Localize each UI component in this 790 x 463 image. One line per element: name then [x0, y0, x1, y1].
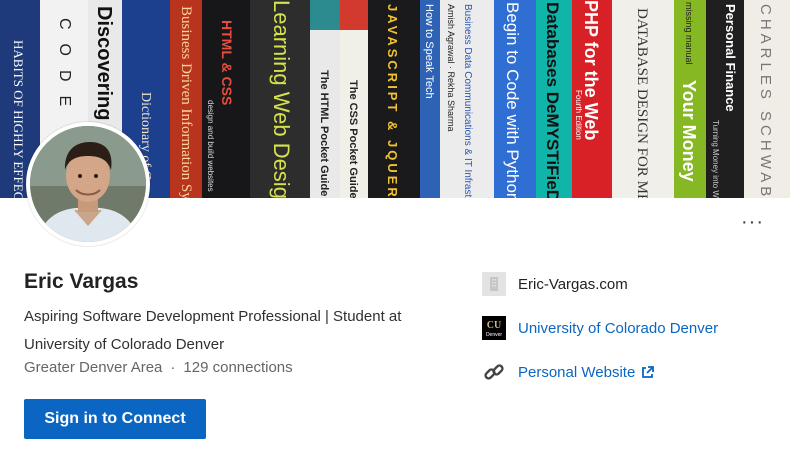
- personal-website-item[interactable]: Personal Website: [482, 360, 655, 384]
- book-subtitle: design and build websites: [206, 100, 215, 192]
- book-subtitle: Turning Money into Wealth: [711, 120, 720, 198]
- book-title: Databases DeMYSTiFieD: [543, 2, 562, 198]
- book-spine: Begin to Code with Python: [494, 0, 536, 198]
- book-author: Amish Agrawal · Rekha Sharma: [446, 4, 456, 132]
- profile-name: Eric Vargas: [24, 270, 139, 293]
- sign-in-to-connect-button[interactable]: Sign in to Connect: [24, 399, 206, 439]
- book-spine: HTML & CSS design and build websites: [202, 0, 250, 198]
- book-title: JAVASCRIPT & JQUERY: [385, 4, 400, 198]
- profile-headline: Aspiring Software Development Profession…: [24, 308, 402, 353]
- profile-photo: [26, 122, 150, 246]
- logo-text: Denver: [486, 332, 502, 338]
- book-title: HTML & CSS: [219, 20, 235, 106]
- personal-website-link[interactable]: Personal Website: [518, 364, 635, 381]
- book-subtitle: missing manual: [684, 2, 694, 65]
- book-title: DATABASE DESIGN FOR MERE MORTALS: [634, 8, 650, 198]
- book-spine: Databases DeMYSTiFieD: [536, 0, 572, 198]
- more-options-button[interactable]: ···: [741, 212, 764, 232]
- connections-count: 129 connections: [183, 359, 293, 376]
- book-title: Business Driven Information Systems: [178, 6, 194, 198]
- book-title: Business Data Communications & IT Infras…: [462, 4, 473, 198]
- book-title: Personal Finance: [723, 4, 738, 112]
- book-spine: missing manual Your Money: [674, 0, 706, 198]
- book-spine: How to Speak Tech: [420, 0, 440, 198]
- book-spine: Business Driven Information Systems: [170, 0, 202, 198]
- book-spine: The HTML Pocket Guide: [310, 0, 340, 198]
- book-title: The CSS Pocket Guide: [347, 80, 359, 198]
- book-title: Learning Web Design: [269, 0, 294, 198]
- book-title: How to Speak Tech: [423, 4, 435, 99]
- book-title: Your Money: [679, 80, 699, 182]
- book-spine: The CSS Pocket Guide: [340, 0, 368, 198]
- external-link-icon: [641, 365, 655, 379]
- university-link[interactable]: University of Colorado Denver: [518, 320, 718, 337]
- link-icon: [482, 360, 506, 384]
- profile-meta: Greater Denver Area · 129 connections: [24, 359, 293, 376]
- book-spine: JAVASCRIPT & JQUERY: [368, 0, 420, 198]
- website-text: Eric-Vargas.com: [518, 275, 628, 293]
- book-title: The HTML Pocket Guide: [318, 70, 330, 197]
- book-title: CHARLES SCHWAB INVESTED: [757, 4, 774, 198]
- location-text: Greater Denver Area: [24, 359, 163, 376]
- book-title: CODE: [56, 18, 73, 121]
- separator-dot: ·: [170, 359, 176, 376]
- company-placeholder-icon: [482, 272, 506, 296]
- website-item: Eric-Vargas.com: [482, 272, 628, 296]
- book-title: PHP for the Web: [581, 0, 601, 141]
- book-title: Begin to Code with Python: [503, 2, 522, 198]
- book-title: HABITS OF HIGHLY EFFECTIVE PEOPLE: [11, 40, 26, 198]
- book-spine: Personal Finance Turning Money into Weal…: [706, 0, 744, 198]
- book-spine: CHARLES SCHWAB INVESTED: [744, 0, 790, 198]
- svg-text:CU: CU: [487, 320, 501, 331]
- book-spine: Learning Web Design: [250, 0, 310, 198]
- book-spine: DATABASE DESIGN FOR MERE MORTALS: [612, 0, 674, 198]
- cu-denver-logo: CU Denver: [482, 316, 506, 340]
- book-spine: Amish Agrawal · Rekha Sharma Business Da…: [440, 0, 494, 198]
- book-subtitle: Fourth Edition: [574, 90, 583, 140]
- education-item[interactable]: CU Denver University of Colorado Denver: [482, 316, 718, 340]
- book-spine: PHP for the Web Fourth Edition: [572, 0, 612, 198]
